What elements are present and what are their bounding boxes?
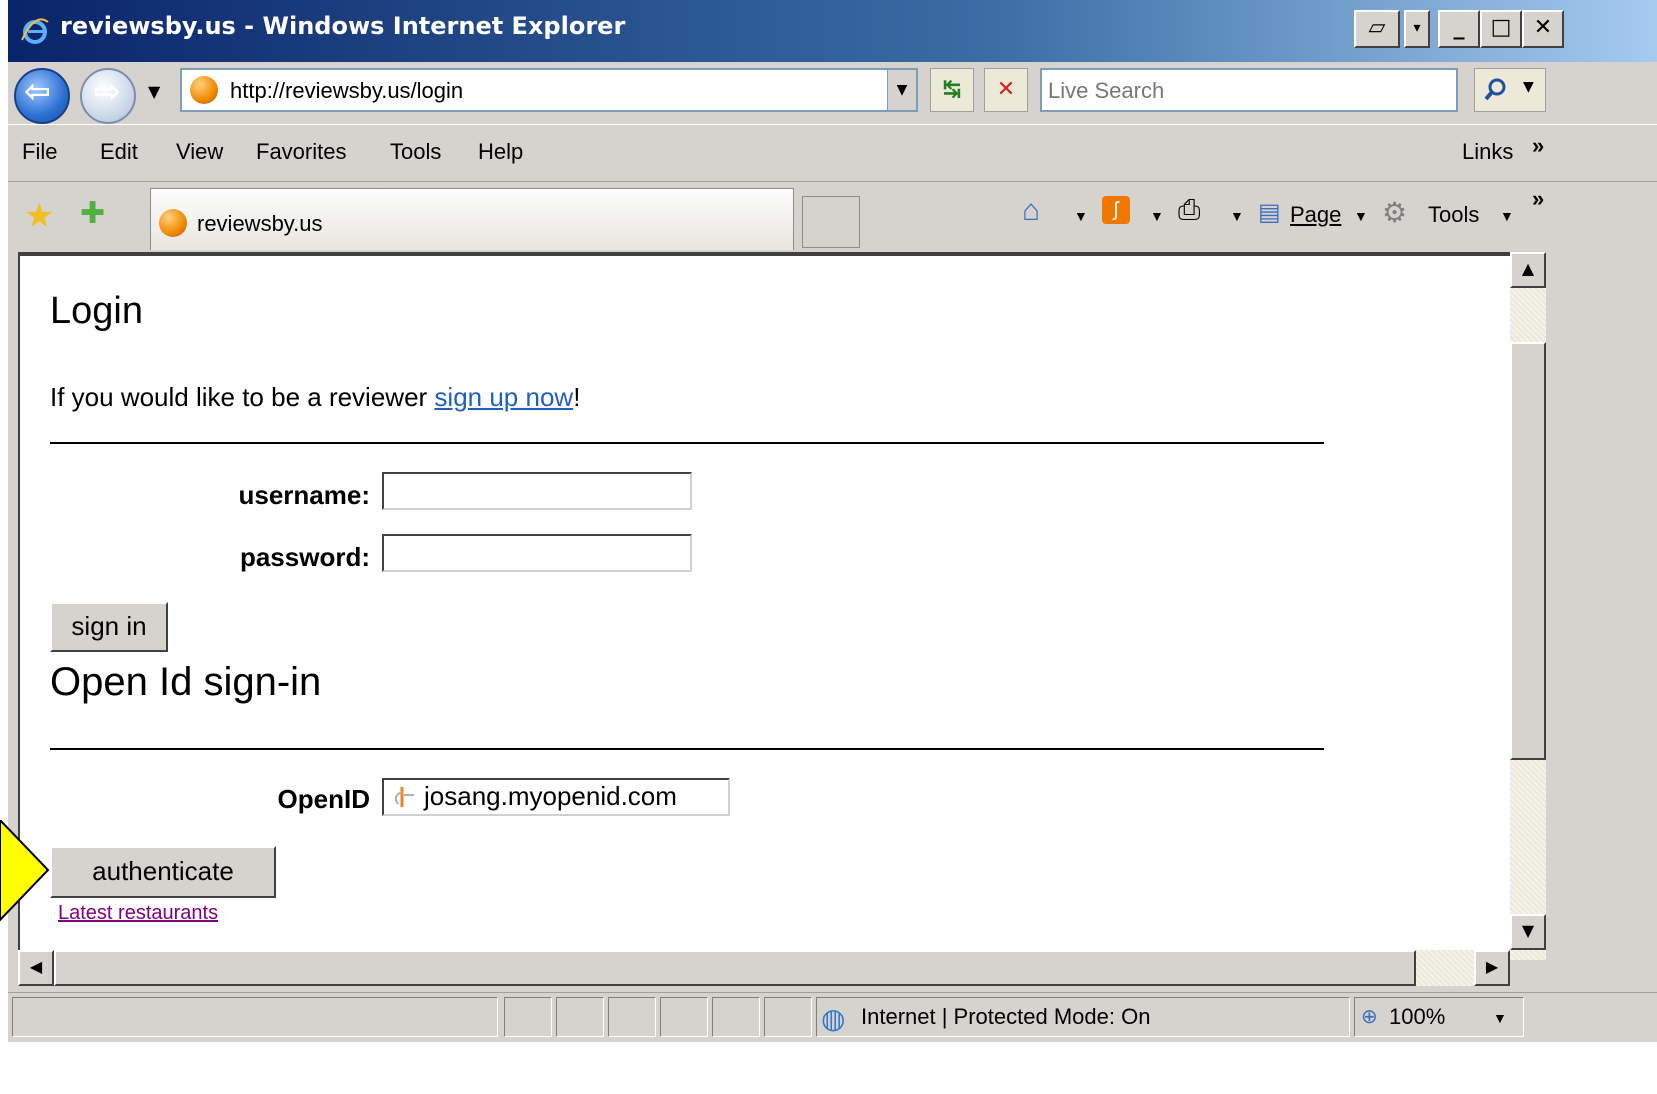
command-chevron-icon[interactable]: » — [1532, 186, 1544, 212]
menu-edit[interactable]: Edit — [100, 139, 138, 165]
zoom-dropdown-icon[interactable]: ▼ — [1493, 1010, 1507, 1026]
zoom-icon: ⊕ — [1361, 1006, 1378, 1028]
menu-file[interactable]: File — [22, 139, 57, 165]
window-title: reviewsby.us - Windows Internet Explorer — [60, 12, 626, 40]
authenticate-button[interactable]: authenticate — [50, 846, 276, 898]
zoom-level: 100% — [1389, 1004, 1446, 1029]
page-title: Login — [50, 290, 143, 332]
links-chevron-icon[interactable]: » — [1532, 133, 1544, 159]
scroll-down-button[interactable]: ▼ — [1510, 914, 1546, 950]
tab-reviewsby[interactable]: reviewsby.us — [150, 188, 794, 250]
new-tab-button[interactable] — [802, 196, 860, 248]
vertical-scrollbar[interactable]: ▲ ▼ — [1510, 252, 1546, 960]
tab-favicon-icon — [159, 209, 187, 237]
print-icon[interactable]: ⎙ — [1178, 194, 1200, 227]
site-favicon-icon — [190, 76, 218, 104]
print-dropdown-icon[interactable]: ▼ — [1230, 208, 1244, 224]
intro-suffix: ! — [573, 382, 581, 412]
feeds-icon[interactable]: ʃ — [1102, 196, 1130, 224]
status-pane — [764, 997, 812, 1037]
back-button[interactable]: ⇦ — [14, 68, 70, 124]
forward-button[interactable]: ⇨ — [80, 68, 136, 124]
vertical-scroll-thumb[interactable] — [1510, 342, 1546, 760]
openid-heading: Open Id sign-in — [50, 660, 322, 704]
page-icon[interactable]: ▤ — [1258, 198, 1281, 227]
username-label: username: — [238, 480, 371, 510]
address-url[interactable]: http://reviewsby.us/login — [230, 78, 463, 104]
openid-icon — [394, 787, 414, 807]
security-zone-pane[interactable]: ◍ Internet | Protected Mode: On — [816, 997, 1350, 1037]
search-options-icon[interactable]: ▼ — [1523, 79, 1534, 95]
browser-window: reviewsby.us - Windows Internet Explorer… — [8, 0, 1657, 1094]
page-content: Login If you would like to be a reviewer… — [18, 252, 1510, 950]
ie-tab-icon[interactable]: ▱ — [1354, 10, 1400, 48]
forward-arrow-icon: ⇨ — [94, 72, 121, 110]
chevron-down-icon[interactable]: ▾ — [1404, 10, 1430, 48]
status-text-pane — [12, 997, 498, 1037]
callout-arrow-icon — [0, 820, 50, 922]
refresh-button[interactable]: ↹ — [930, 68, 974, 112]
favorites-center-star-icon[interactable]: ★ — [24, 196, 54, 236]
openid-field[interactable]: josang.myopenid.com — [382, 778, 730, 816]
search-icon — [1484, 78, 1506, 101]
password-field[interactable] — [382, 534, 692, 572]
status-bar: ◍ Internet | Protected Mode: On ⊕ 100% ▼ — [8, 992, 1657, 1043]
stop-button[interactable]: ✕ — [984, 68, 1028, 112]
latest-restaurants-link[interactable]: Latest restaurants — [58, 902, 218, 925]
title-bar: reviewsby.us - Windows Internet Explorer… — [8, 0, 1657, 62]
status-pane — [556, 997, 604, 1037]
scroll-right-button[interactable]: ▶ — [1474, 950, 1510, 986]
address-dropdown-button[interactable]: ▼ — [887, 70, 916, 110]
tools-dropdown-icon[interactable]: ▼ — [1500, 208, 1514, 224]
desktop-area — [8, 1042, 1657, 1094]
add-favorite-star-icon[interactable]: ✚ — [80, 196, 105, 231]
address-bar[interactable]: http://reviewsby.us/login ▼ — [180, 68, 918, 112]
links-toolbar-label[interactable]: Links — [1462, 139, 1513, 165]
intro-text: If you would like to be a reviewer sign … — [50, 382, 580, 413]
openid-value: josang.myopenid.com — [424, 781, 677, 811]
menu-view[interactable]: View — [176, 139, 223, 165]
password-label: password: — [239, 542, 370, 572]
address-toolbar: ⇦ ⇨ ▼ http://reviewsby.us/login ▼ ↹ ✕ Li… — [8, 62, 1657, 124]
horizontal-scroll-thumb[interactable] — [54, 950, 1416, 986]
zoom-pane[interactable]: ⊕ 100% ▼ — [1354, 997, 1524, 1037]
status-pane — [608, 997, 656, 1037]
maximize-button[interactable]: □ — [1480, 10, 1522, 48]
scroll-left-button[interactable]: ◀ — [18, 950, 54, 986]
internet-globe-icon: ◍ — [821, 1003, 846, 1034]
menu-bar: File Edit View Favorites Tools Help Link… — [8, 124, 1657, 182]
command-bar: ★ ✚ reviewsby.us ⌂ ▼ ʃ ▼ ⎙ ▼ ▤ Page ▼ ⚙ … — [8, 182, 1657, 252]
tools-gear-icon[interactable]: ⚙ — [1382, 196, 1407, 229]
horizontal-scrollbar[interactable]: ◀ ▶ — [18, 950, 1510, 986]
menu-favorites[interactable]: Favorites — [256, 139, 346, 165]
search-button[interactable]: ▼ — [1474, 68, 1546, 112]
openid-label: OpenID — [277, 784, 370, 814]
menu-tools[interactable]: Tools — [390, 139, 441, 165]
minimize-button[interactable]: _ — [1438, 10, 1480, 48]
back-arrow-icon: ⇦ — [24, 72, 51, 110]
close-button[interactable]: ✕ — [1522, 10, 1564, 48]
tools-menu-label[interactable]: Tools — [1428, 202, 1479, 228]
home-dropdown-icon[interactable]: ▼ — [1074, 208, 1088, 224]
tab-title: reviewsby.us — [197, 211, 323, 236]
divider — [50, 748, 1324, 750]
menu-help[interactable]: Help — [478, 139, 523, 165]
feeds-dropdown-icon[interactable]: ▼ — [1150, 208, 1164, 224]
username-field[interactable] — [382, 472, 692, 510]
scroll-up-button[interactable]: ▲ — [1510, 252, 1546, 288]
intro-label: If you would like to be a reviewer — [50, 382, 435, 412]
sign-in-button[interactable]: sign in — [50, 602, 168, 652]
home-icon[interactable]: ⌂ — [1022, 194, 1040, 228]
page-menu-label[interactable]: Page — [1290, 202, 1341, 228]
ie-logo-icon — [21, 18, 49, 44]
history-dropdown-icon[interactable]: ▼ — [148, 82, 160, 101]
signup-link[interactable]: sign up now — [434, 382, 573, 412]
search-input[interactable]: Live Search — [1040, 68, 1458, 112]
status-pane — [712, 997, 760, 1037]
page-dropdown-icon[interactable]: ▼ — [1354, 208, 1368, 224]
status-pane — [504, 997, 552, 1037]
zone-text: Internet | Protected Mode: On — [861, 1004, 1151, 1029]
divider — [50, 442, 1324, 444]
status-pane — [660, 997, 708, 1037]
